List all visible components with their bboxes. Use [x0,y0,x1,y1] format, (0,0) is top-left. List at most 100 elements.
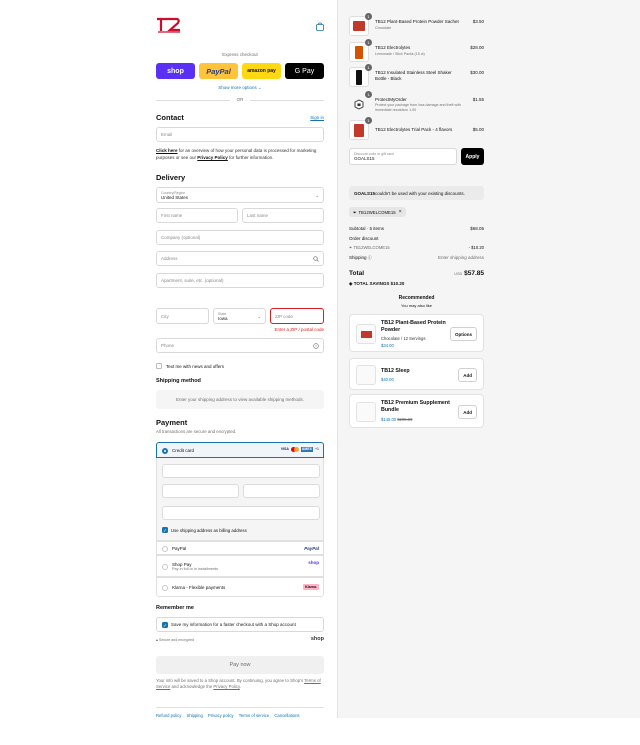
credit-card-option[interactable]: Credit card VISA AMEX +1 [156,442,324,458]
remember-me-heading: Remember me [156,605,194,611]
zip-code-field[interactable]: ZIP code [270,308,324,324]
item-price: $28.00 [470,45,484,50]
apply-discount-button[interactable]: Apply [461,148,484,165]
product-image [356,365,376,385]
subtotal-value: $68.05 [470,226,484,231]
last-name-field[interactable]: Last name [242,208,324,223]
card-number-field[interactable] [162,464,320,478]
recommended-product-price: $145.00 [381,417,397,422]
shop-pay-button[interactable]: shop [156,63,195,79]
klarna-option[interactable]: Klarna - Flexible payments Klarna. [156,577,324,597]
paypal-logo-icon: PayPal [304,545,319,551]
recommended-product-variant: Chocolate / 12 Servings [381,336,426,341]
state-select[interactable]: State Iowa ⌄ [213,308,266,324]
total-amount: USD $57.85 [454,270,484,277]
quantity-badge: 1 [365,39,372,46]
recommended-product-card[interactable]: TB12 Sleep $40.00 Add [349,358,484,390]
recommended-product-old-price: $205.00 [397,417,413,422]
google-pay-button[interactable]: G Pay [285,63,324,79]
credit-card-radio[interactable] [162,447,168,454]
shop-pay-radio[interactable] [162,563,168,570]
savings-tag-icon: ◈ [349,281,353,286]
add-button[interactable]: Add [458,368,477,382]
address-field[interactable]: Address [156,251,324,266]
shopping-bag-icon[interactable] [316,22,324,31]
secure-encrypted-label: 🔒︎ Secure and encrypted [156,638,194,642]
payment-secure-note: All transactions are secure and encrypte… [156,429,237,434]
cart-item: 1 TB12 Insulated Stainless Steel Shaker … [349,64,484,89]
state-value: Iowa [218,315,228,321]
cart-item: 1 ProtectMyOrder Protect your package fr… [349,91,484,116]
svg-text:?: ? [315,344,317,348]
shop-legal-note: Your info will be saved to a Shop accoun… [156,678,324,690]
privacy-note: Click here for an overview of how your p… [156,148,324,161]
click-here-link[interactable]: Click here [156,148,178,153]
options-button[interactable]: Options [450,327,477,341]
item-variant: Lemonade / Stick Packs (15 ct) [375,52,425,56]
discount-error-message: GOALS15 couldn't be used with your exist… [349,186,484,200]
billing-address-checkbox[interactable]: ✓ [162,527,168,533]
product-image [356,402,376,422]
applied-discount-code: TB12WELCOME15 [358,209,396,215]
savings-value: $10.20 [390,281,405,286]
tb12-logo[interactable] [156,16,182,34]
amazon-pay-button[interactable]: amazon pay [242,63,281,79]
subtotal-label: Subtotal · 5 items [349,226,385,231]
apartment-field[interactable]: Apartment, suite, etc. (optional) [156,273,324,288]
discount-error-text: couldn't be used with your existing disc… [375,190,465,196]
email-field[interactable]: Email [156,127,324,142]
security-code-field[interactable] [243,484,320,498]
total-savings-row: ◈ TOTAL SAVINGS $10.20 [349,281,484,287]
shipping-value: Enter shipping address [437,255,484,260]
legal-text-3: . [239,684,241,689]
save-info-checkbox[interactable]: ✓ [162,622,168,628]
product-image [355,45,363,59]
product-image [356,324,376,344]
help-circle-icon[interactable]: ? [313,343,319,349]
recommended-product-card[interactable]: TB12 Plant-Based Protein Powder Chocolat… [349,314,484,352]
sign-in-link[interactable]: Sign in [310,115,324,120]
paypal-option[interactable]: PayPal PayPal [156,541,324,555]
news-offers-checkbox[interactable] [156,363,162,369]
shipping-label: Shipping [349,255,367,260]
first-name-field[interactable]: First name [156,208,238,223]
product-image [356,69,362,85]
or-divider: OR [156,96,324,104]
company-field[interactable]: Company (optional) [156,230,324,245]
show-more-options-link[interactable]: Show more options ⌄ [156,85,324,91]
save-info-option[interactable]: ✓ Save my information for a faster check… [156,617,324,632]
recommended-product-price-row: $145.00 $205.00 [381,417,412,422]
close-icon[interactable]: × [399,209,402,215]
privacy-policy-link[interactable]: Privacy Policy [213,684,239,689]
country-select[interactable]: Country/Region United States ⌄ [156,187,324,203]
klarna-radio[interactable] [162,584,168,591]
recommended-product-name: TB12 Sleep [381,368,410,374]
paypal-radio[interactable] [162,545,168,552]
klarna-logo-icon: Klarna. [303,584,319,590]
news-offers-label: Text me with news and offers [166,364,224,369]
credit-card-form: ✓ Use shipping address as billing addres… [156,458,324,541]
pay-now-button[interactable]: Pay now [156,656,324,674]
expiration-date-field[interactable] [162,484,239,498]
address-placeholder: Address [161,256,178,261]
privacy-policy-link[interactable]: Privacy Policy [197,155,228,160]
help-circle-icon[interactable]: ⓘ [368,255,372,260]
recommended-subheading: You may also like [401,303,432,308]
item-variant: Chocolate [375,26,392,30]
city-field[interactable]: City [156,308,209,324]
name-on-card-field[interactable] [162,506,320,520]
product-image [353,21,365,31]
shop-pay-option[interactable]: Shop Pay Pay in full or in installments … [156,555,324,577]
order-discount-label: Order discount [349,236,379,241]
delivery-heading: Delivery [156,173,186,182]
recommended-product-card[interactable]: TB12 Premium Supplement Bundle $145.00 $… [349,394,484,428]
item-name: TB12 Electrolytes Trial Pack - 4 flavors [375,127,453,132]
discount-code-field[interactable]: Discount code or gift card GOALS15 [349,148,457,165]
mastercard-icon [290,447,299,452]
add-button[interactable]: Add [458,405,477,419]
discount-code-row: ⏷︎ TB12WELCOME15 - $10.20 [349,245,484,250]
legal-text-1: Your info will be saved to a Shop accoun… [156,678,305,683]
paypal-button[interactable]: PayPal [199,63,238,79]
legal-text-2: and acknowledge the [170,684,214,689]
phone-field[interactable]: Phone ? [156,338,324,353]
